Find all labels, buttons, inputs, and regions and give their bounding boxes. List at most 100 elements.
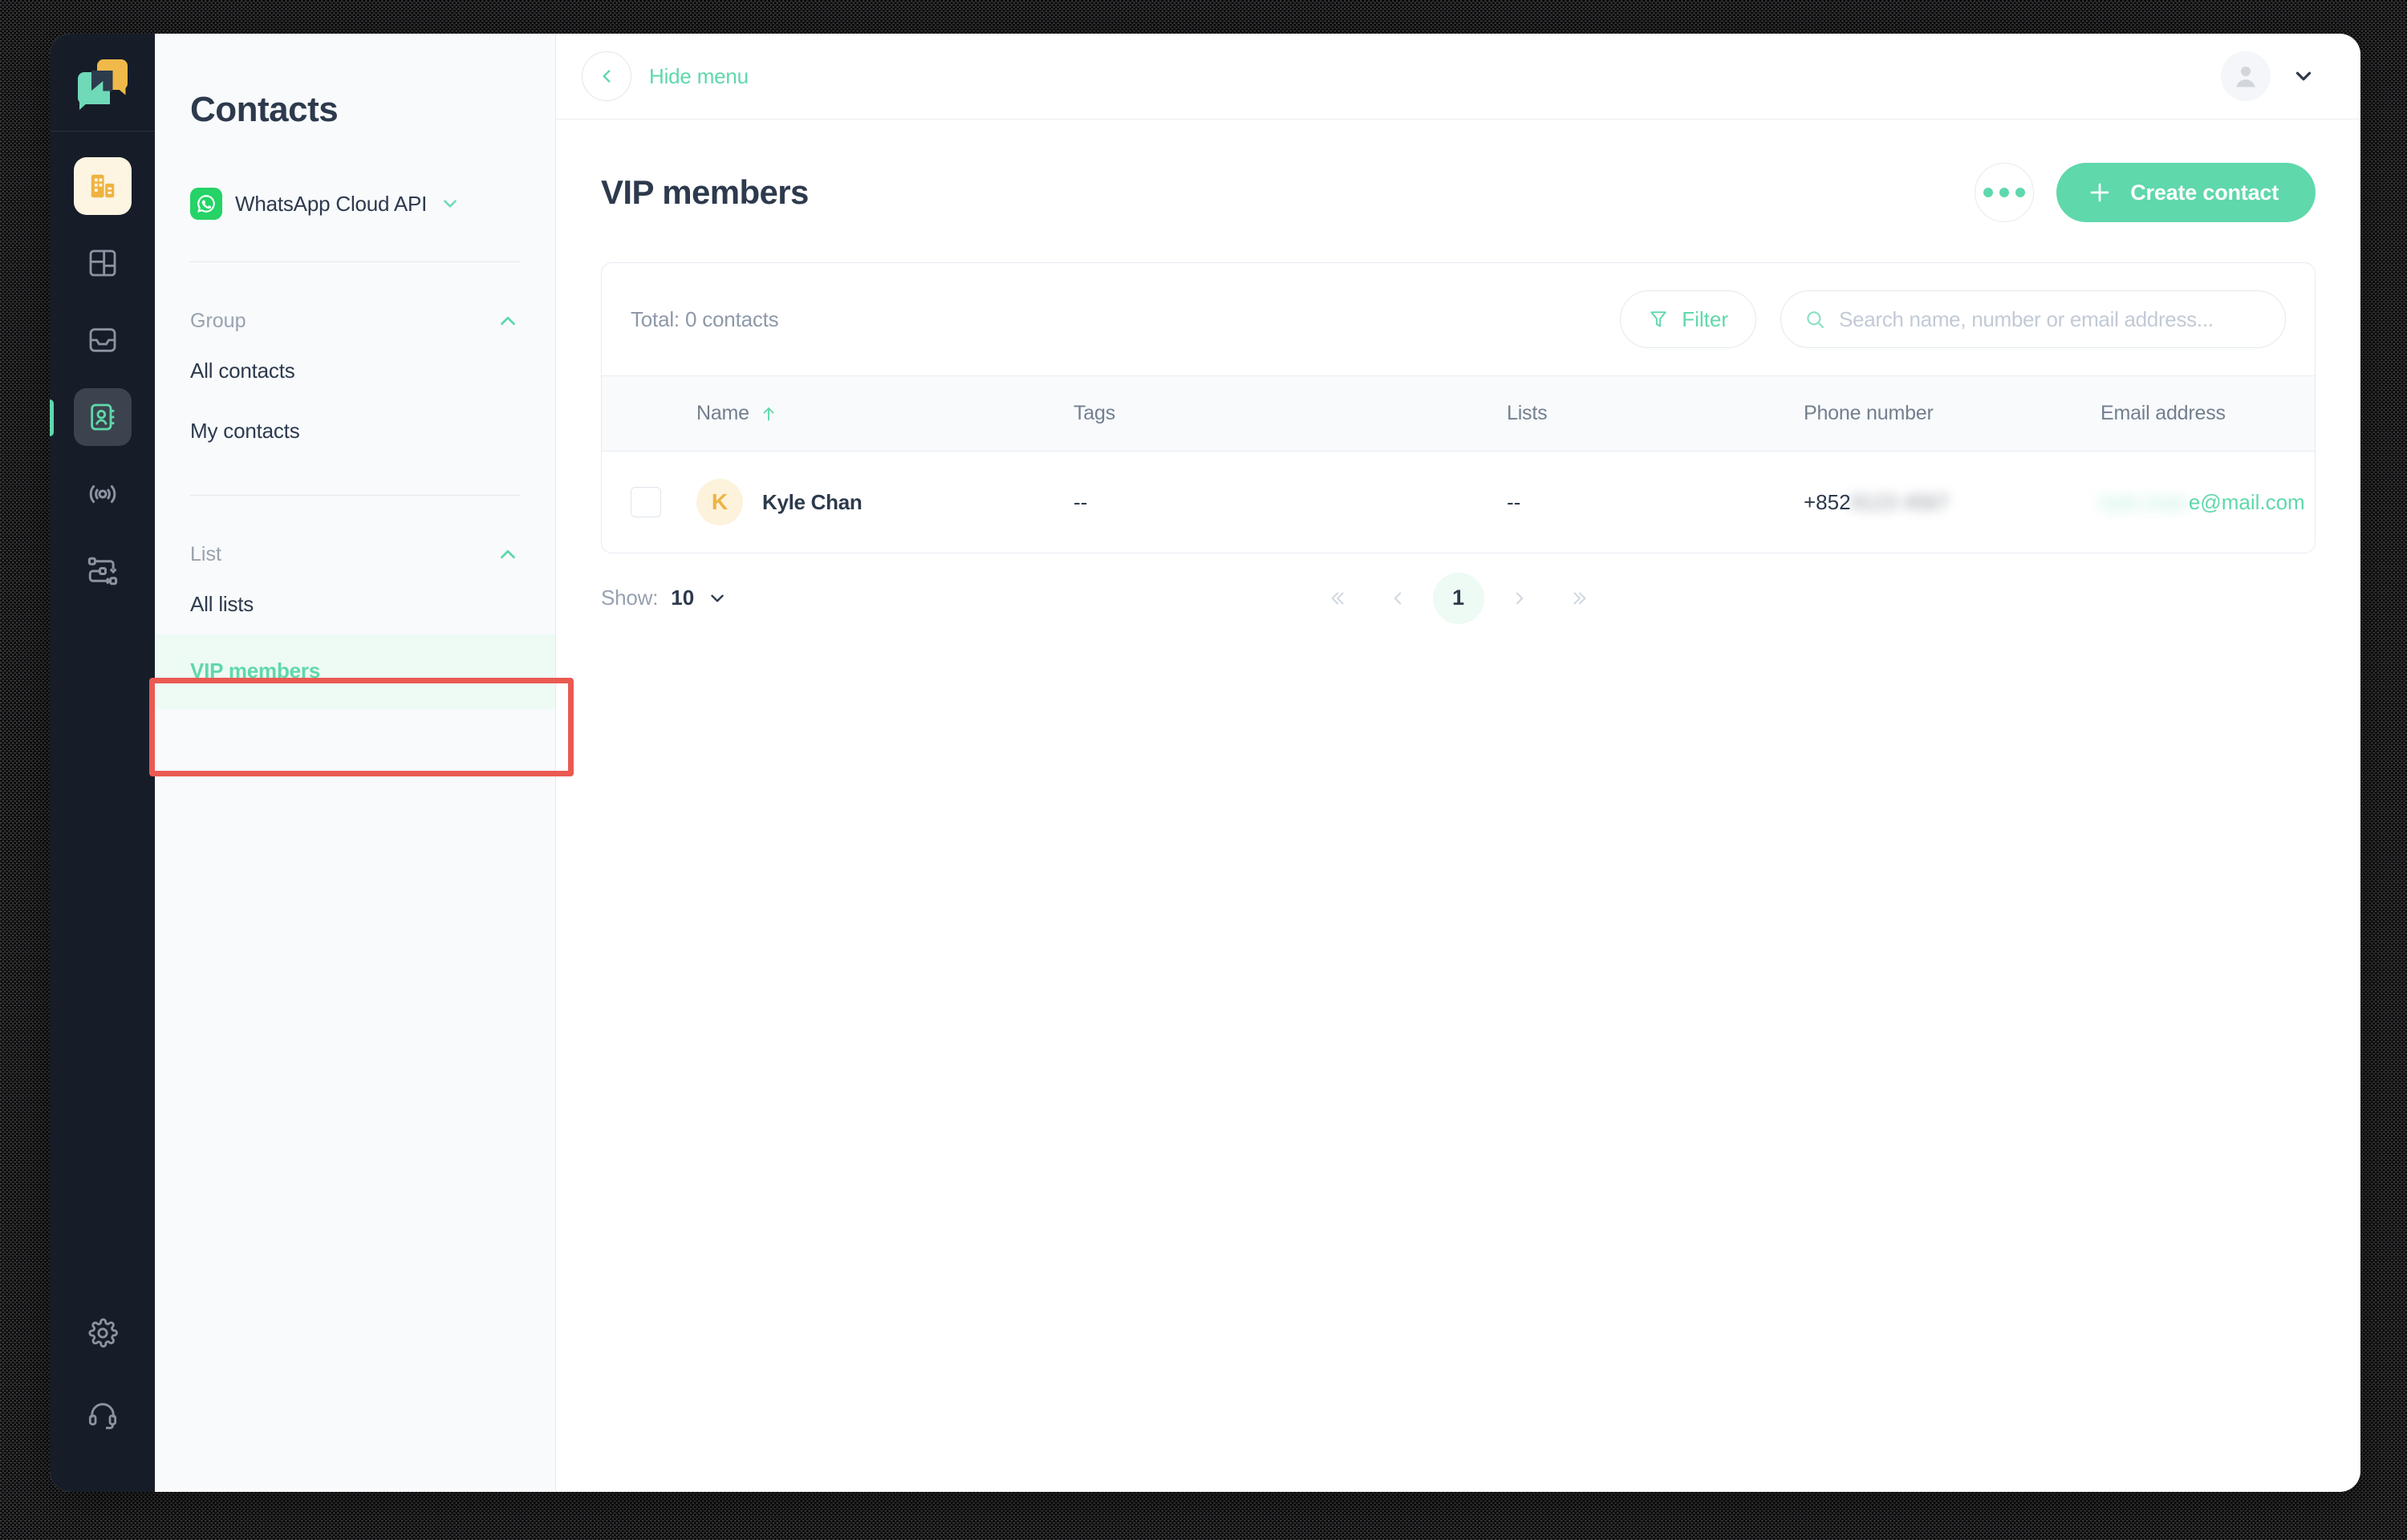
sidebar-item-all-lists[interactable]: All lists [190,574,520,634]
ellipsis-icon [1983,188,1994,197]
rail-item-company[interactable] [50,157,155,215]
last-page-button[interactable] [1555,573,1606,624]
column-header-email[interactable]: Email address [2101,375,2315,452]
contacts-icon [73,388,132,446]
workflow-icon [74,542,132,600]
dashboard-icon [74,234,132,292]
page-controls: 1 [1311,572,1606,624]
search-input[interactable] [1839,306,2263,332]
page-title: VIP members [601,173,809,211]
table-header-row: Name Tags Lists Phone number Email addre… [602,375,2315,452]
create-contact-label: Create contact [2130,180,2279,205]
column-header-tags[interactable]: Tags [1074,375,1507,452]
rail-item-contacts[interactable] [50,388,155,446]
search-box[interactable] [1780,290,2286,348]
rail-item-settings[interactable] [50,1304,155,1362]
gear-icon [74,1304,132,1362]
rail-item-inbox[interactable] [50,311,155,369]
table-row[interactable]: K Kyle Chan -- -- +8529123 4567 kyle.cha… [602,452,2315,553]
company-icon [73,157,132,215]
column-header-lists[interactable]: Lists [1507,375,1804,452]
column-label-name: Name [696,402,749,424]
sidebar-item-all-contacts[interactable]: All contacts [190,341,520,401]
lists-value: -- [1507,489,1521,514]
panel-divider [190,261,520,262]
cell-name: K Kyle Chan [696,452,1074,553]
cell-lists: -- [1507,452,1804,553]
rail-item-workflow[interactable] [50,542,155,600]
user-menu[interactable] [2221,51,2316,101]
chevron-up-icon[interactable] [496,309,520,333]
select-all-header [602,375,696,452]
chevron-down-icon[interactable] [707,588,728,609]
app-window: Contacts WhatsApp Cloud API Group All co… [50,34,2360,1492]
column-header-phone[interactable]: Phone number [1804,375,2101,452]
sidebar-item-vip-members[interactable]: VIP members [155,634,555,709]
panel-divider-2 [190,495,520,496]
more-options-button[interactable] [1975,163,2035,222]
rail-item-support[interactable] [50,1386,155,1444]
app-rail [50,34,155,1492]
phone-number-masked: 9123 4567 [1850,489,1950,514]
contacts-table-card: Total: 0 contacts Filter Search name, nu… [601,262,2316,553]
panel-title: Contacts [190,90,339,129]
next-page-button[interactable] [1494,573,1545,624]
double-chevron-right-icon [1573,592,1585,604]
section-header-list[interactable]: List [190,542,520,566]
channel-selector[interactable]: WhatsApp Cloud API [190,188,520,220]
yoov-logo-icon [77,59,128,106]
total-contacts-label: Total: 0 contacts [631,306,779,331]
page-size-selector[interactable]: Show: 10 [601,586,728,610]
contact-name[interactable]: Kyle Chan [762,490,863,515]
header-actions: Create contact [1975,163,2316,222]
cell-email: kyle.chane@mail.com [2101,452,2315,553]
email-suffix[interactable]: e@mail.com [2189,490,2305,514]
cell-phone: +8529123 4567 [1804,452,2101,553]
section-header-group[interactable]: Group [190,309,520,333]
hide-menu-button[interactable]: Hide menu [582,51,749,101]
plus-icon [2087,180,2113,205]
page-number-1[interactable]: 1 [1432,572,1484,624]
prev-page-button[interactable] [1372,573,1423,624]
cell-tags: -- [1074,452,1507,553]
table-head: Name Tags Lists Phone number Email addre… [602,375,2315,452]
chevron-down-icon[interactable] [2291,64,2316,88]
whatsapp-icon [190,188,222,220]
filter-button[interactable]: Filter [1620,290,1756,348]
channel-name: WhatsApp Cloud API [235,191,428,216]
sidebar-item-my-contacts[interactable]: My contacts [190,401,520,461]
rail-item-broadcast[interactable] [50,465,155,523]
broadcast-icon [74,465,132,523]
section-label-group: Group [190,309,246,332]
app-logo[interactable] [50,34,155,132]
section-label-list: List [190,542,221,565]
funnel-icon [1648,309,1669,330]
phone-prefix: +852 [1804,489,1851,514]
email-masked: kyle.chan [2101,489,2189,514]
avatar: K [696,479,743,525]
rail-item-dashboard[interactable] [50,234,155,292]
toolbar-controls: Filter [1620,290,2286,348]
row-checkbox-cell [602,452,696,553]
content-area: VIP members Create contact Total: 0 cont… [556,120,2360,1492]
create-contact-button[interactable]: Create contact [2056,163,2316,222]
search-icon [1804,308,1826,330]
show-label: Show: [601,586,659,610]
contacts-panel: Contacts WhatsApp Cloud API Group All co… [155,34,556,1492]
pagination-bar: Show: 10 1 [601,553,2316,624]
headset-icon [74,1386,132,1444]
filter-label: Filter [1682,306,1728,331]
arrow-up-icon [759,404,778,424]
row-checkbox[interactable] [631,487,661,517]
first-page-button[interactable] [1311,573,1362,624]
page-header: VIP members Create contact [601,163,2316,222]
chevron-left-icon [582,51,631,101]
main-area: Hide menu VIP members Create contact Tot… [556,34,2360,1492]
chevron-up-icon[interactable] [496,542,520,566]
table-toolbar: Total: 0 contacts Filter [602,263,2315,375]
contacts-table: Name Tags Lists Phone number Email addre… [602,375,2315,553]
column-header-name[interactable]: Name [696,375,1074,452]
chevron-right-icon [1516,592,1523,604]
tags-value: -- [1074,489,1088,514]
table-body: K Kyle Chan -- -- +8529123 4567 kyle.cha… [602,452,2315,553]
